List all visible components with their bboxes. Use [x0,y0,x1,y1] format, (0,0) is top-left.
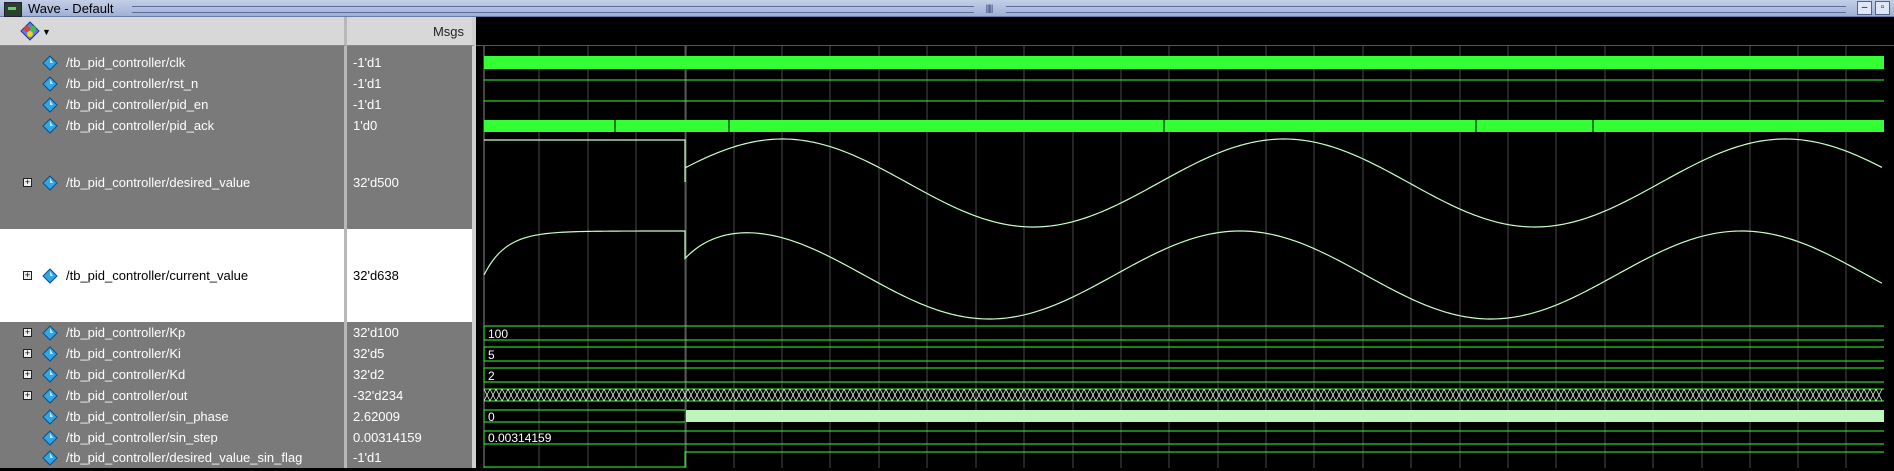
signal-name: /tb_pid_controller/sin_step [66,430,218,445]
signal-row[interactable]: /tb_pid_controller/pid_ack 1'd0 [0,115,476,136]
expand-icon[interactable]: + [23,178,32,187]
waveform-header [476,17,1894,46]
window-title: Wave - Default [28,1,114,16]
out-bus-transitions [483,388,1883,402]
drag-handle-icon[interactable]: ||||| [976,3,1002,13]
kp-bus-label: 100 [488,327,508,341]
sin-step-bus-label: 0.00314159 [488,431,552,445]
signal-value: 1'd0 [353,118,378,133]
msgs-label: Msgs [432,24,464,39]
signal-row[interactable]: + /tb_pid_controller/Ki 32'd5 [0,343,476,364]
signal-row[interactable]: + /tb_pid_controller/Kp 32'd100 [0,322,476,343]
signal-value: 32'd100 [353,325,399,340]
signal-name: /tb_pid_controller/clk [66,55,186,70]
expand-icon[interactable]: + [23,349,32,358]
signal-name: /tb_pid_controller/pid_en [66,97,209,112]
restore-button[interactable]: ▫ [1875,1,1890,15]
expand-icon[interactable]: + [23,271,32,280]
signal-value: 2.62009 [353,409,400,424]
signal-diamond-icon [42,268,58,284]
signal-row[interactable]: + /tb_pid_controller/current_value 32'd638 [0,229,476,322]
expand-icon[interactable]: + [23,391,32,400]
signal-name: /tb_pid_controller/desired_value [66,175,251,190]
signal-diamond-icon [42,325,58,341]
expand-icon[interactable]: + [23,328,32,337]
sin-phase-fill [686,410,1884,422]
wave-window-icon [4,2,22,17]
minimize-button[interactable]: – [1857,1,1872,15]
signal-row[interactable]: /tb_pid_controller/sin_phase 2.62009 [0,406,476,427]
signal-value: -32'd234 [353,388,404,403]
desired-value-sin-flag-waveform [484,451,1884,468]
signal-name: /tb_pid_controller/Kd [66,367,186,382]
signal-name: /tb_pid_controller/Ki [66,346,181,361]
clk-waveform [484,56,1884,69]
titlebar-grip-left [132,6,974,13]
signal-name: /tb_pid_controller/Kp [66,325,186,340]
desired-value-waveform [484,138,1883,228]
signal-value: -1'd1 [353,450,382,465]
signal-name: /tb_pid_controller/rst_n [66,76,199,91]
signal-name: /tb_pid_controller/pid_ack [66,118,215,133]
signal-diamond-icon [42,450,58,466]
titlebar-grip-right [1006,6,1846,13]
signal-name: /tb_pid_controller/current_value [66,268,249,283]
sin-phase-label: 0 [488,410,495,424]
signal-diamond-icon [42,76,58,92]
wave-tool-icon[interactable] [20,21,40,41]
signal-row[interactable]: /tb_pid_controller/sin_step 0.00314159 [0,427,476,448]
chevron-down-icon[interactable]: ▼ [42,27,51,37]
msgs-header: Msgs [347,17,476,46]
signal-value: -1'd1 [353,76,382,91]
signal-row[interactable]: /tb_pid_controller/rst_n -1'd1 [0,73,476,94]
signal-value: 32'd5 [353,346,385,361]
signal-row[interactable]: + /tb_pid_controller/out -32'd234 [0,385,476,406]
signal-diamond-icon [42,346,58,362]
signal-diamond-icon [42,97,58,113]
signal-name: /tb_pid_controller/desired_value_sin_fla… [66,450,303,465]
current-value-waveform [483,230,1883,320]
signal-row[interactable]: + /tb_pid_controller/desired_value 32'd500 [0,136,476,229]
signal-diamond-icon [42,118,58,134]
signal-diamond-icon [42,175,58,191]
signal-value: 32'd638 [353,268,399,283]
window-titlebar[interactable]: Wave - Default ||||| – ▫ [0,0,1894,17]
signal-value: -1'd1 [353,55,382,70]
expand-icon[interactable]: + [23,370,32,379]
kd-bus-label: 2 [488,369,495,383]
signal-row[interactable]: + /tb_pid_controller/Kd 32'd2 [0,364,476,385]
signal-value: -1'd1 [353,97,382,112]
signal-name: /tb_pid_controller/out [66,388,188,403]
signal-name-header: ▼ [0,17,347,46]
pid-ack-waveform [484,120,1884,132]
signal-diamond-icon [42,388,58,404]
signal-diamond-icon [42,409,58,425]
signal-row[interactable]: /tb_pid_controller/pid_en -1'd1 [0,94,476,115]
waveform-canvas[interactable]: 100 5 2 0 0.00314159 [476,46,1894,468]
signal-diamond-icon [42,55,58,71]
signal-name: /tb_pid_controller/sin_phase [66,409,229,424]
signal-value: 32'd500 [353,175,399,190]
signal-row[interactable]: /tb_pid_controller/clk -1'd1 [0,52,476,73]
ki-bus-label: 5 [488,348,495,362]
signal-value: 0.00314159 [353,430,422,445]
signal-row[interactable]: /tb_pid_controller/desired_value_sin_fla… [0,448,476,468]
signal-value: 32'd2 [353,367,385,382]
signal-diamond-icon [42,430,58,446]
signal-diamond-icon [42,367,58,383]
